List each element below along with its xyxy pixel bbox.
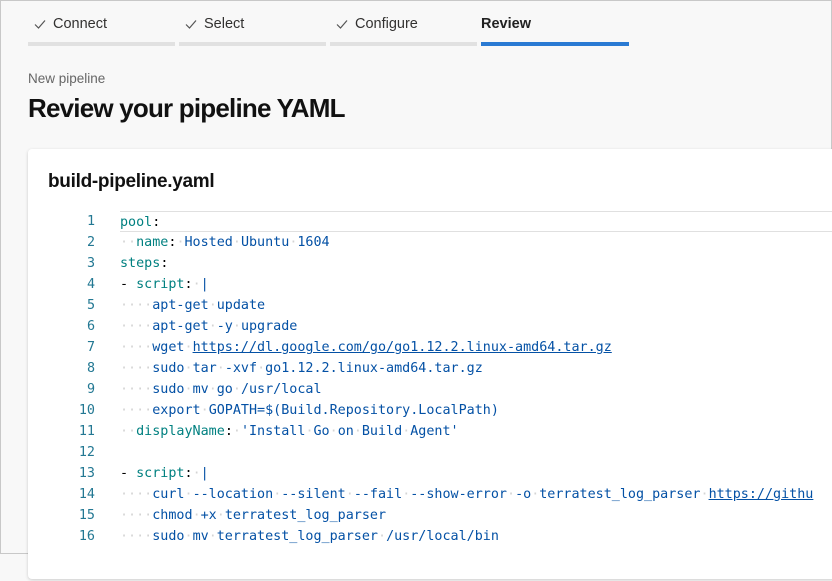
code-text: ····chmod·+x·terratest_log_parser [120,508,387,523]
code-text: ····curl·--location·--silent·--fail·--sh… [120,487,814,502]
line-number: 7 [86,340,95,355]
line-number: 16 [78,529,95,544]
page-subtitle: New pipeline [28,71,106,86]
code-line[interactable]: 4 - script:·| [28,274,832,295]
code-text: ····apt-get·update [120,298,266,313]
line-number: 4 [86,277,95,292]
step-label: Configure [355,16,418,32]
step-label: Connect [53,16,108,32]
page-title: Review your pipeline YAML [28,93,345,123]
code-line[interactable]: 1 pool: [28,211,832,232]
code-text: ····sudo·tar·-xvf·go1.12.2.linux-amd64.t… [120,361,483,376]
code-line[interactable]: 16 ····sudo·mv·terratest_log_parser·/usr/… [28,526,832,547]
step-review[interactable]: Review [481,1,629,46]
code-line[interactable]: 3 steps: [28,253,832,274]
code-line[interactable]: 12 [28,442,832,463]
line-number: 9 [86,382,95,397]
line-number: 13 [78,466,95,481]
line-number: 15 [78,508,95,523]
code-text: pool: [120,211,832,232]
code-line[interactable]: 5 ····apt-get·update [28,295,832,316]
line-number: 5 [86,298,95,313]
code-line[interactable]: 13 - script:·| [28,463,832,484]
line-number: 10 [78,403,95,418]
code-line[interactable]: 7 ····wget·https://dl.google.com/go/go1.1… [28,337,832,358]
code-text: ····sudo·mv·terratest_log_parser·/usr/lo… [120,529,499,544]
code-line[interactable]: 15 ····chmod·+x·terratest_log_parser [28,505,832,526]
line-number: 8 [86,361,95,376]
code-line[interactable]: 8 ····sudo·tar·-xvf·go1.12.2.linux-amd64.… [28,358,832,379]
line-number: 6 [86,319,95,334]
code-line[interactable]: 9 ····sudo·mv·go·/usr/local [28,379,832,400]
line-number: 1 [86,214,95,229]
checkmark-icon [184,17,198,31]
line-number: 14 [78,487,95,502]
step-connect[interactable]: Connect [28,1,175,46]
code-text: steps: [120,256,169,271]
checkmark-icon [33,17,47,31]
line-number: 11 [78,424,95,439]
step-configure[interactable]: Configure [330,1,477,46]
wizard-steps: Connect Select Configure Review [28,1,638,46]
step-label: Review [481,16,531,32]
code-text: ····sudo·mv·go·/usr/local [120,382,322,397]
code-text: ····apt-get·-y·upgrade [120,319,298,334]
file-name: build-pipeline.yaml [48,171,215,192]
yaml-editor[interactable]: 1 pool: 2 ··name:·Hosted·Ubuntu·1604 3 steps:… [28,211,832,581]
step-label: Select [204,16,245,32]
code-text: - script:·| [120,277,209,292]
code-text: ····wget·https://dl.google.com/go/go1.12… [120,340,612,355]
code-line[interactable]: 14 ····curl·--location·--silent·--fail·--… [28,484,832,505]
line-number: 3 [86,256,95,271]
code-line[interactable]: 6 ····apt-get·-y·upgrade [28,316,832,337]
line-number: 12 [78,445,95,460]
code-line[interactable]: 11 ··displayName:·'Install·Go·on·Build·Ag… [28,421,832,442]
code-text: ··name:·Hosted·Ubuntu·1604 [120,235,330,250]
code-text: ··displayName:·'Install·Go·on·Build·Agen… [120,424,459,439]
code-line[interactable]: 2 ··name:·Hosted·Ubuntu·1604 [28,232,832,253]
line-number: 2 [86,235,95,250]
step-select[interactable]: Select [179,1,326,46]
code-text: - script:·| [120,466,209,481]
checkmark-icon [335,17,349,31]
code-line[interactable]: 10 ····export·GOPATH=$(Build.Repository.L… [28,400,832,421]
code-text: ····export·GOPATH=$(Build.Repository.Loc… [120,403,499,418]
yaml-card: build-pipeline.yaml 1 pool: 2 ··name:·Hoste… [28,149,832,579]
